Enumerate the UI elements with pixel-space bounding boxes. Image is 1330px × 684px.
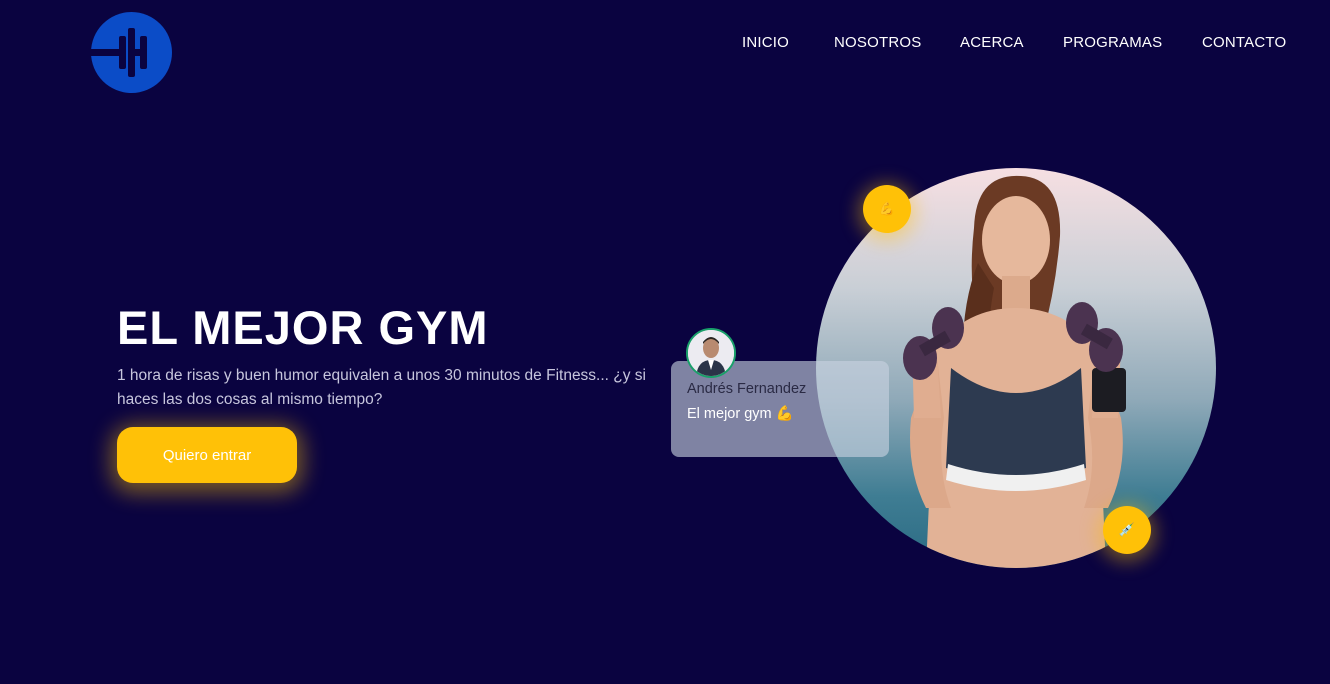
syringe-icon: 💉	[1118, 522, 1136, 537]
logo[interactable]	[91, 12, 172, 93]
nav-item-inicio[interactable]: INICIO	[742, 34, 789, 51]
muscle-icon: 💪	[878, 201, 896, 216]
testimonial-text: El mejor gym 💪	[687, 406, 794, 422]
muscle-badge: 💪	[863, 185, 911, 233]
testimonial-name: Andrés Fernandez	[687, 381, 807, 397]
hero-title: EL MEJOR GYM	[117, 301, 489, 354]
avatar	[686, 328, 736, 378]
syringe-badge: 💉	[1103, 506, 1151, 554]
landing-page: INICIO NOSOTROS ACERCA PROGRAMAS CONTACT…	[0, 0, 1330, 684]
cta-button[interactable]: Quiero entrar	[117, 427, 297, 483]
person-avatar-icon	[688, 330, 734, 376]
nav-item-programas[interactable]: PROGRAMAS	[1063, 34, 1162, 51]
dumbbell-icon	[91, 28, 147, 77]
nav-item-nosotros[interactable]: NOSOTROS	[834, 34, 921, 51]
nav-item-acerca[interactable]: ACERCA	[960, 34, 1024, 51]
nav-item-contacto[interactable]: CONTACTO	[1202, 34, 1286, 51]
hero-description: 1 hora de risas y buen humor equivalen a…	[117, 367, 647, 408]
